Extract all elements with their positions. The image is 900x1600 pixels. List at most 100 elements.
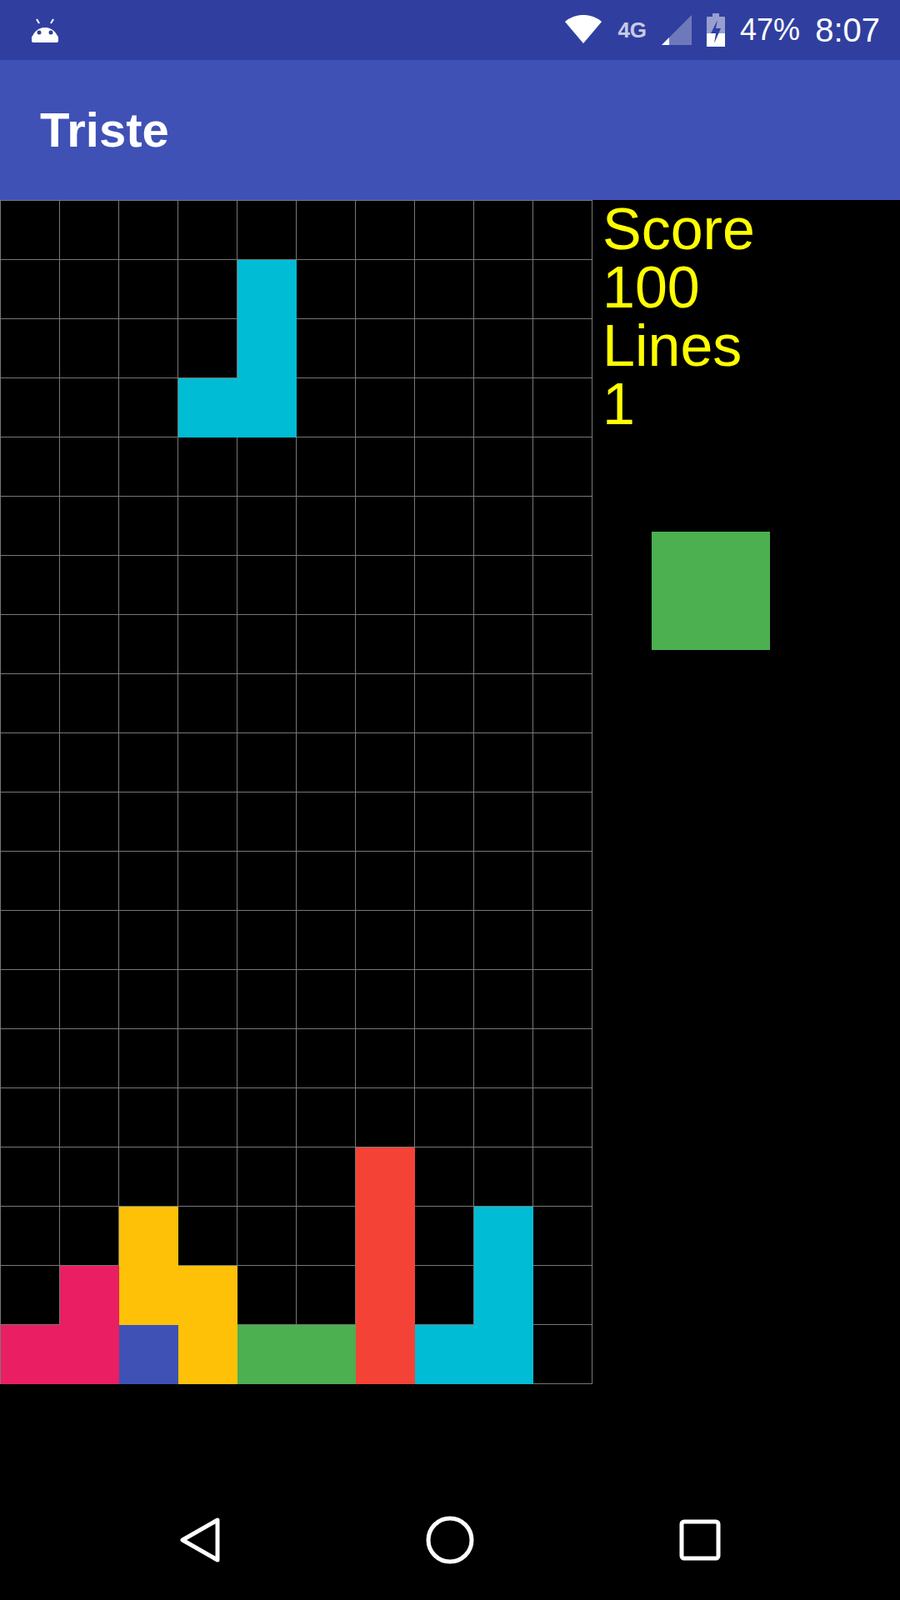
- board-cell: [0, 615, 60, 675]
- board-cell: [0, 792, 60, 852]
- board-cell: [0, 319, 60, 379]
- board-cell: [355, 496, 415, 556]
- board-cell: [355, 437, 415, 497]
- board-cell: [119, 555, 179, 615]
- board-cell: [355, 1206, 415, 1266]
- board-cell: [415, 437, 475, 497]
- board-cell: [355, 792, 415, 852]
- board-cell: [296, 200, 356, 260]
- board-cell: [474, 200, 534, 260]
- board-cell: [355, 1265, 415, 1325]
- board-cell: [533, 437, 593, 497]
- board-cell: [415, 851, 475, 911]
- board-cell: [237, 615, 297, 675]
- board-cell: [237, 437, 297, 497]
- board-cell: [415, 792, 475, 852]
- board-cell: [60, 1265, 120, 1325]
- board-cell: [119, 851, 179, 911]
- board-cell: [533, 260, 593, 320]
- board-cell: [178, 260, 238, 320]
- board-cell: [178, 1206, 238, 1266]
- board-cell: [237, 200, 297, 260]
- board-cell: [533, 1265, 593, 1325]
- board-cell: [178, 1088, 238, 1148]
- score-value: 100: [602, 258, 900, 317]
- board-cell: [237, 1206, 297, 1266]
- board-cell: [355, 260, 415, 320]
- board-cell: [119, 378, 179, 438]
- board-cell: [355, 1147, 415, 1207]
- board-cell: [474, 437, 534, 497]
- board-cell: [60, 1088, 120, 1148]
- score-label: Score: [602, 200, 900, 259]
- board-cell: [60, 1325, 120, 1385]
- board-cell: [60, 910, 120, 970]
- board-cell: [178, 319, 238, 379]
- board-cell: [355, 1088, 415, 1148]
- board-cell: [296, 437, 356, 497]
- board-cell: [533, 555, 593, 615]
- home-button[interactable]: [408, 1498, 492, 1582]
- board-cell: [119, 496, 179, 556]
- board-cell: [0, 1265, 60, 1325]
- board-cell: [415, 615, 475, 675]
- recents-button[interactable]: [658, 1498, 742, 1582]
- battery-icon: [706, 13, 725, 47]
- board-cell: [119, 200, 179, 260]
- board-cell: [355, 1029, 415, 1089]
- board-cell: [474, 1265, 534, 1325]
- side-panel: Score100Lines1: [592, 200, 900, 650]
- board-cell: [474, 1088, 534, 1148]
- board-cell: [415, 1206, 475, 1266]
- board-cell: [296, 910, 356, 970]
- board-cell: [355, 200, 415, 260]
- board-cell: [60, 496, 120, 556]
- board-cell: [119, 1029, 179, 1089]
- board-cell: [296, 851, 356, 911]
- battery-percent: 47%: [740, 15, 800, 45]
- board-cell: [178, 496, 238, 556]
- board-cell: [355, 319, 415, 379]
- board-cell: [237, 674, 297, 734]
- home-icon: [425, 1515, 475, 1565]
- next-piece: [651, 531, 770, 650]
- board-cell: [60, 733, 120, 793]
- board-cell: [296, 970, 356, 1030]
- board-cell: [474, 1325, 534, 1385]
- board-cell: [178, 970, 238, 1030]
- lines-value: 1: [602, 375, 900, 434]
- board-cell: [237, 1029, 297, 1089]
- board-cell: [119, 437, 179, 497]
- board-cell: [178, 1325, 238, 1385]
- recents-icon: [678, 1518, 722, 1562]
- board-cell: [237, 378, 297, 438]
- board-cell: [533, 496, 593, 556]
- board-cell: [533, 1147, 593, 1207]
- board-cell: [474, 555, 534, 615]
- board-cell: [415, 674, 475, 734]
- board-cell: [0, 200, 60, 260]
- board-cell: [119, 1206, 179, 1266]
- board-cell: [0, 970, 60, 1030]
- board-cell: [0, 555, 60, 615]
- board-cell: [355, 615, 415, 675]
- board-cell: [237, 851, 297, 911]
- board-cell: [60, 615, 120, 675]
- board-cell: [415, 1265, 475, 1325]
- game-board[interactable]: [0, 200, 593, 1385]
- board-cell: [0, 260, 60, 320]
- board-cell: [178, 378, 238, 438]
- board-cell: [178, 200, 238, 260]
- board-cell: [60, 200, 120, 260]
- board-cell: [237, 970, 297, 1030]
- status-bar: 4G47%8:07: [0, 0, 900, 60]
- board-cell: [0, 496, 60, 556]
- board-cell: [0, 1088, 60, 1148]
- board-cell: [296, 1325, 356, 1385]
- board-cell: [60, 970, 120, 1030]
- board-cell: [296, 1147, 356, 1207]
- board-cell: [533, 851, 593, 911]
- back-button[interactable]: [158, 1498, 242, 1582]
- board-cell: [474, 378, 534, 438]
- board-cell: [237, 1147, 297, 1207]
